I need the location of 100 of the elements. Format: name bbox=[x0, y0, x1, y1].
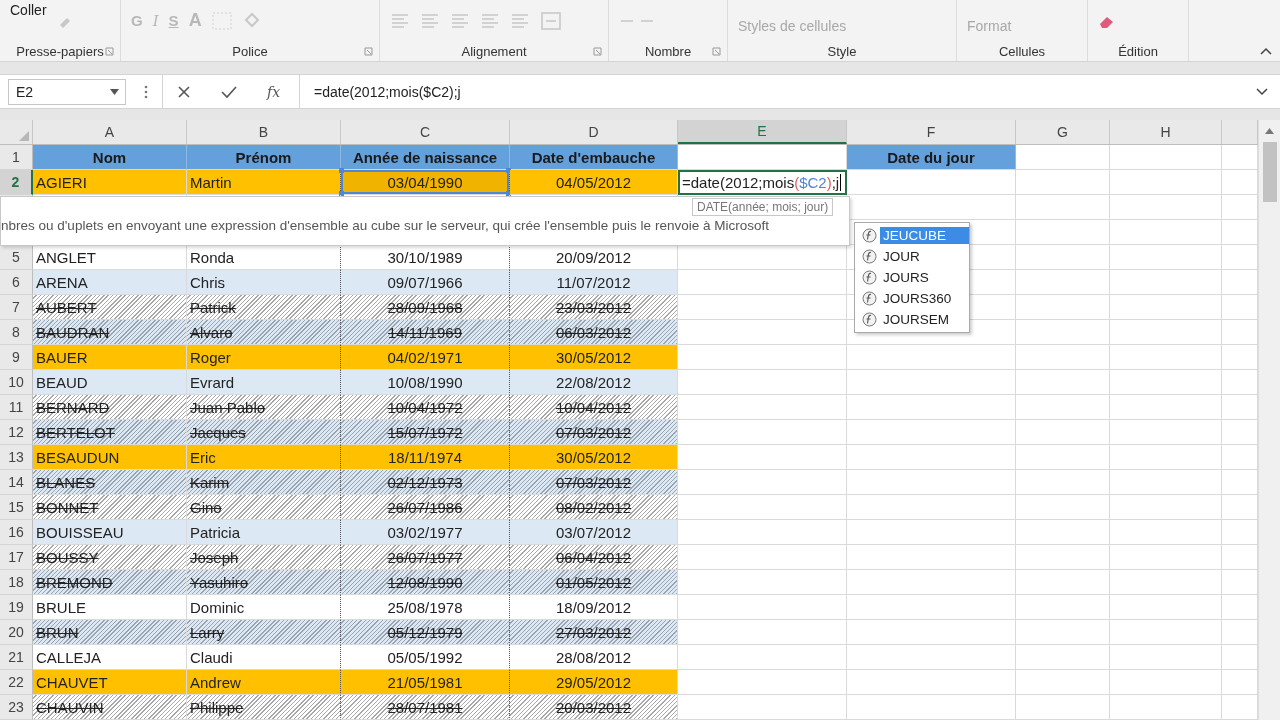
row-header[interactable]: 17 bbox=[0, 545, 33, 570]
empty-cell[interactable] bbox=[847, 395, 1016, 420]
empty-cell[interactable] bbox=[1016, 195, 1110, 220]
row-header[interactable]: 22 bbox=[0, 670, 33, 695]
row-header[interactable]: 10 bbox=[0, 370, 33, 395]
empty-cell[interactable] bbox=[1016, 170, 1110, 195]
scroll-up-icon[interactable] bbox=[1265, 128, 1274, 134]
column-header[interactable]: G bbox=[1016, 120, 1110, 144]
row-header[interactable]: 23 bbox=[0, 695, 33, 720]
row-header[interactable]: 14 bbox=[0, 470, 33, 495]
empty-cell[interactable] bbox=[1016, 370, 1110, 395]
row-header[interactable]: 5 bbox=[0, 245, 33, 270]
empty-cell[interactable] bbox=[1110, 370, 1222, 395]
empty-cell[interactable] bbox=[1110, 295, 1222, 320]
empty-cell[interactable] bbox=[1110, 445, 1222, 470]
row-header[interactable]: 8 bbox=[0, 320, 33, 345]
align-icon[interactable] bbox=[480, 12, 500, 29]
empty-cell[interactable] bbox=[1016, 495, 1110, 520]
autocomplete-item[interactable]: JOURSEM bbox=[880, 311, 969, 328]
name-box[interactable]: E2 bbox=[8, 78, 126, 105]
empty-cell[interactable] bbox=[847, 445, 1016, 470]
empty-cell[interactable] bbox=[1110, 620, 1222, 645]
empty-cell[interactable] bbox=[1016, 670, 1110, 695]
empty-cell[interactable] bbox=[1110, 470, 1222, 495]
empty-cell[interactable] bbox=[1110, 645, 1222, 670]
empty-cell[interactable] bbox=[847, 620, 1016, 645]
collapse-icon[interactable] bbox=[1260, 47, 1272, 56]
merge-icon[interactable] bbox=[540, 10, 562, 31]
empty-cell[interactable] bbox=[1110, 220, 1222, 245]
row-header[interactable]: 20 bbox=[0, 620, 33, 645]
empty-cell[interactable] bbox=[1110, 270, 1222, 295]
editing-cell[interactable]: =date(2012;mois($C2);j bbox=[678, 170, 847, 195]
empty-cell[interactable] bbox=[1110, 245, 1222, 270]
launcher-icon[interactable] bbox=[364, 47, 373, 57]
empty-cell[interactable] bbox=[1016, 645, 1110, 670]
confirm-icon[interactable] bbox=[221, 84, 237, 99]
empty-cell[interactable] bbox=[847, 520, 1016, 545]
empty-cell[interactable] bbox=[1016, 395, 1110, 420]
insert-function-button[interactable]: fx bbox=[267, 83, 281, 100]
empty-cell[interactable] bbox=[1016, 470, 1110, 495]
empty-cell[interactable] bbox=[1016, 445, 1110, 470]
autocomplete-item[interactable]: JOURS bbox=[880, 269, 969, 286]
row-header[interactable]: 21 bbox=[0, 645, 33, 670]
row-header[interactable]: 9 bbox=[0, 345, 33, 370]
row-header[interactable]: 19 bbox=[0, 595, 33, 620]
empty-cell[interactable] bbox=[1016, 570, 1110, 595]
empty-cell[interactable] bbox=[1016, 420, 1110, 445]
empty-cell[interactable] bbox=[847, 570, 1016, 595]
row-header[interactable]: 6 bbox=[0, 270, 33, 295]
row-header[interactable]: 2 bbox=[0, 170, 33, 195]
empty-cell[interactable] bbox=[1110, 695, 1222, 720]
column-header[interactable]: B bbox=[187, 120, 341, 144]
empty-cell[interactable] bbox=[1110, 170, 1222, 195]
caret-icon[interactable] bbox=[110, 88, 119, 95]
column-header[interactable]: E bbox=[678, 120, 847, 144]
vertical-scrollbar[interactable] bbox=[1258, 120, 1280, 720]
formula-input[interactable]: =date(2012;mois($C2);j bbox=[300, 83, 1256, 100]
align-icon[interactable] bbox=[510, 12, 530, 29]
empty-cell[interactable] bbox=[847, 495, 1016, 520]
column-header[interactable]: A bbox=[33, 120, 187, 144]
empty-cell[interactable] bbox=[847, 695, 1016, 720]
empty-cell[interactable] bbox=[847, 645, 1016, 670]
empty-cell[interactable] bbox=[1110, 395, 1222, 420]
column-header[interactable]: H bbox=[1110, 120, 1222, 144]
empty-cell[interactable] bbox=[1110, 595, 1222, 620]
empty-cell[interactable] bbox=[1016, 620, 1110, 645]
empty-cell[interactable] bbox=[1016, 320, 1110, 345]
empty-cell[interactable] bbox=[1110, 570, 1222, 595]
empty-cell[interactable] bbox=[1016, 220, 1110, 245]
launcher-icon[interactable] bbox=[593, 47, 602, 57]
empty-cell[interactable] bbox=[1016, 595, 1110, 620]
row-header[interactable]: 15 bbox=[0, 495, 33, 520]
autocomplete-item[interactable]: JOUR bbox=[880, 248, 969, 265]
scrollbar-thumb[interactable] bbox=[1262, 142, 1277, 202]
row-header[interactable]: 13 bbox=[0, 445, 33, 470]
empty-cell[interactable] bbox=[1110, 520, 1222, 545]
empty-cell[interactable] bbox=[1110, 345, 1222, 370]
column-header[interactable]: C bbox=[341, 120, 510, 144]
column-header[interactable]: F bbox=[847, 120, 1016, 144]
row-header[interactable]: 7 bbox=[0, 295, 33, 320]
align-icon[interactable] bbox=[420, 12, 440, 29]
row-header[interactable]: 18 bbox=[0, 570, 33, 595]
launcher-icon[interactable] bbox=[712, 47, 721, 57]
empty-cell[interactable] bbox=[847, 370, 1016, 395]
expand-icon[interactable] bbox=[1256, 87, 1268, 96]
align-icon[interactable] bbox=[390, 12, 410, 29]
empty-cell[interactable] bbox=[1110, 670, 1222, 695]
empty-cell[interactable] bbox=[1016, 245, 1110, 270]
empty-cell[interactable] bbox=[847, 470, 1016, 495]
empty-cell[interactable] bbox=[1110, 195, 1222, 220]
empty-cell[interactable] bbox=[847, 595, 1016, 620]
empty-cell[interactable] bbox=[1016, 695, 1110, 720]
empty-cell[interactable] bbox=[1110, 495, 1222, 520]
empty-cell[interactable] bbox=[1110, 545, 1222, 570]
empty-cell[interactable] bbox=[847, 420, 1016, 445]
autocomplete-item[interactable]: JOURS360 bbox=[880, 290, 969, 307]
row-header[interactable]: 1 bbox=[0, 145, 33, 170]
cancel-icon[interactable] bbox=[177, 84, 191, 99]
row-header[interactable]: 12 bbox=[0, 420, 33, 445]
empty-cell[interactable] bbox=[1016, 345, 1110, 370]
